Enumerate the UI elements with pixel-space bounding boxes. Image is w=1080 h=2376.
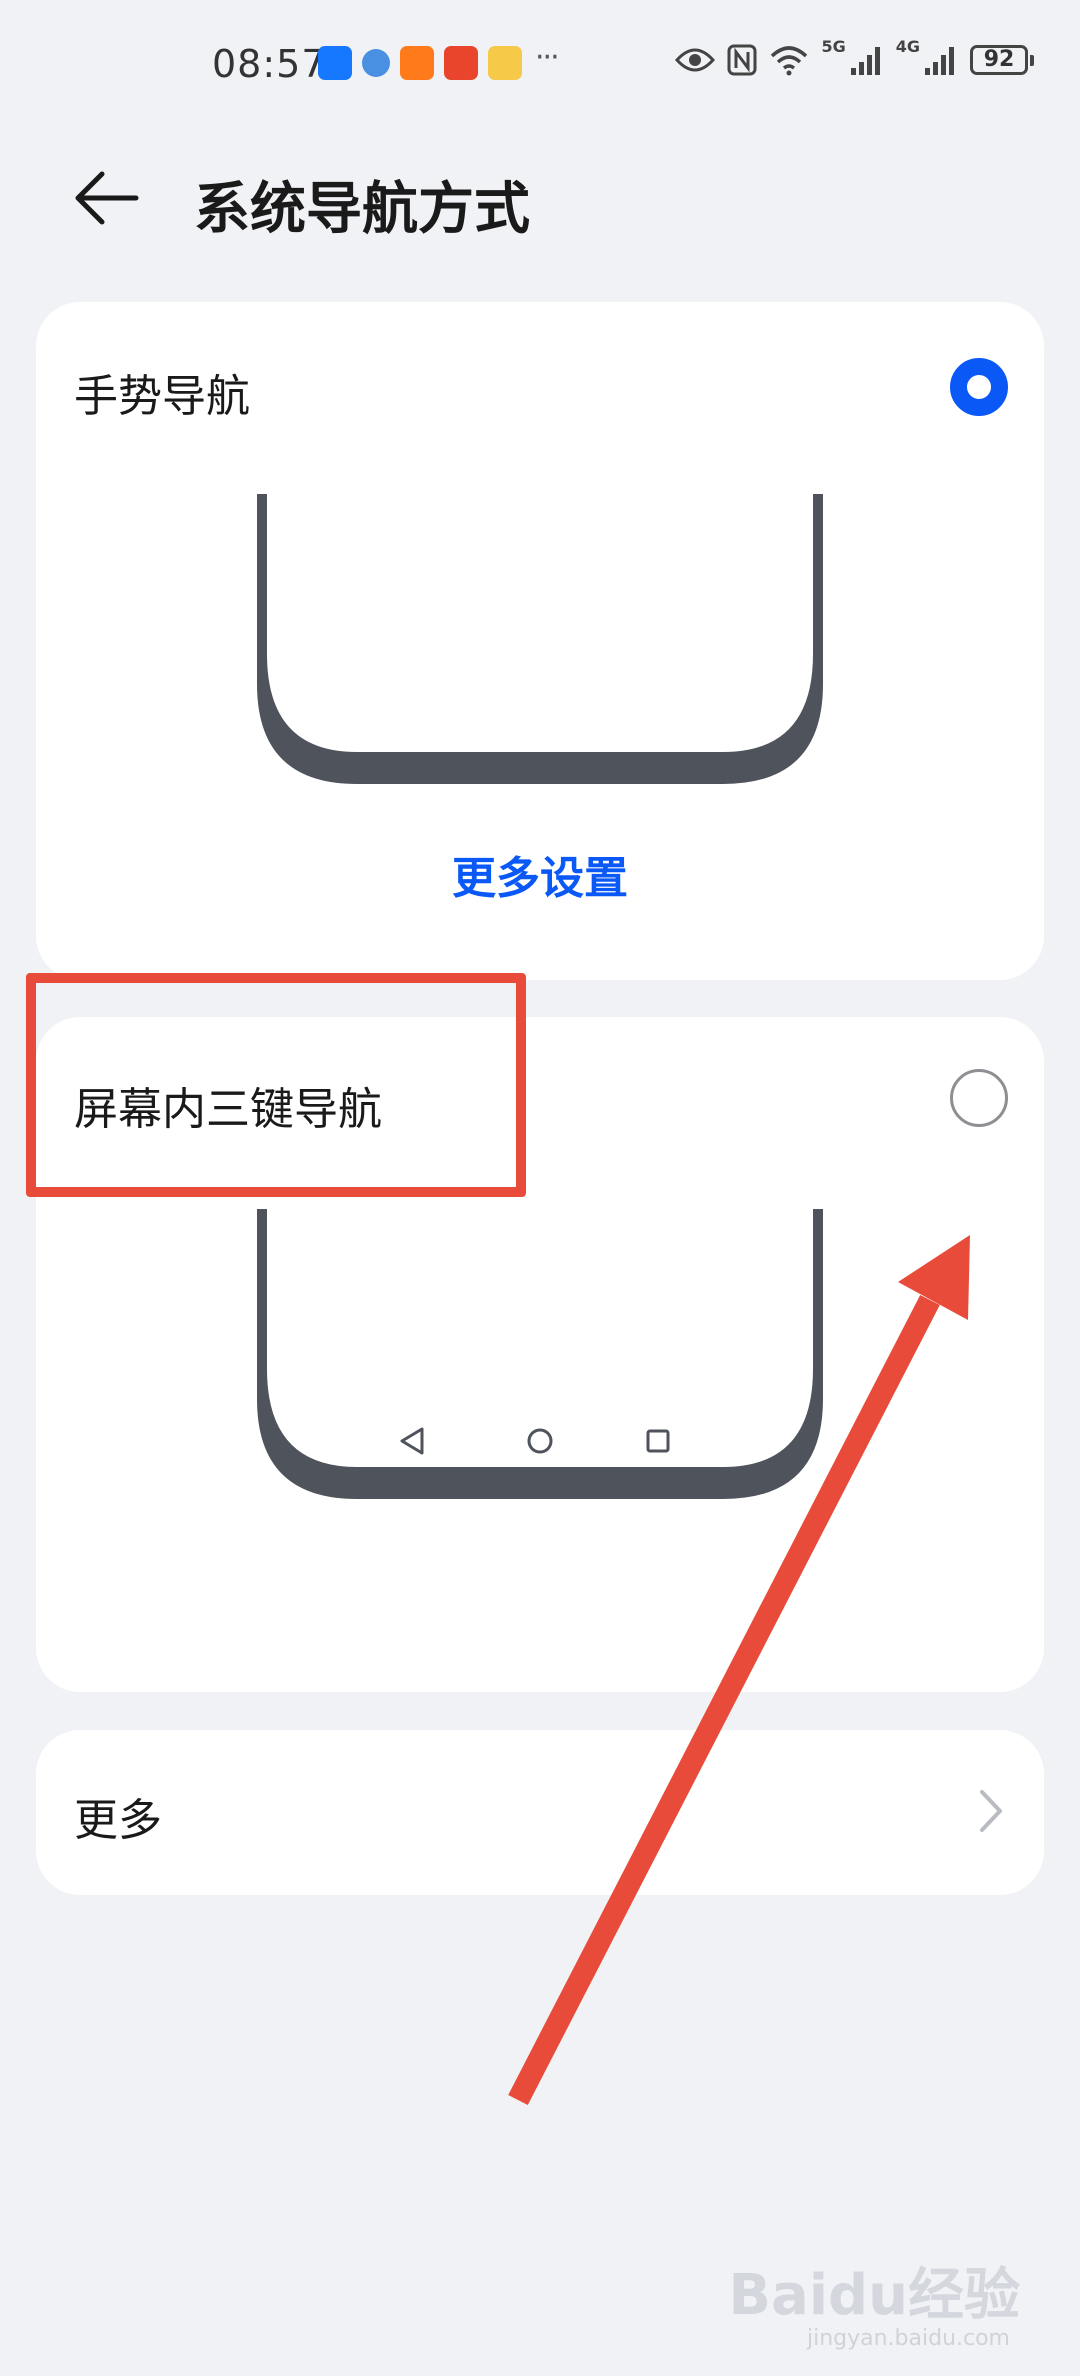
- eye-icon: [675, 48, 716, 72]
- watermark-logo: Baidu经验: [728, 2263, 1020, 2328]
- battery-icon: 92: [970, 45, 1034, 75]
- more-row[interactable]: 更多: [36, 1730, 1044, 1895]
- radio-selected[interactable]: [950, 358, 1008, 416]
- page-title: 系统导航方式: [194, 177, 530, 242]
- app-icon-light-blue: [362, 49, 390, 77]
- notification-icons: [318, 46, 522, 80]
- taobao-icon: [400, 46, 434, 80]
- three-key-phone-illustration: [257, 1209, 823, 1499]
- back-button[interactable]: [74, 168, 140, 228]
- signal-icon: [850, 47, 880, 75]
- weibo-icon: [488, 46, 522, 80]
- option-label: 手势导航: [74, 371, 250, 422]
- gesture-phone-illustration: [257, 494, 823, 784]
- wifi-icon: [771, 46, 808, 76]
- watermark-url: jingyan.baidu.com: [806, 2326, 1010, 2351]
- more-row-label: 更多: [74, 1795, 162, 1846]
- network-type-1: 5G: [821, 36, 846, 56]
- status-bar: 08:57 ··· 5G 4G 92: [0, 0, 1080, 130]
- app-icon-blue: [318, 46, 352, 80]
- radio-unselected[interactable]: [950, 1069, 1008, 1127]
- system-status-icons: 5G 4G 92: [675, 37, 1034, 76]
- more-notifications-icon: ···: [535, 40, 560, 75]
- option-gesture-navigation[interactable]: 手势导航 更多设置: [36, 302, 1044, 980]
- app-icon-red: [444, 46, 478, 80]
- more-settings-link[interactable]: 更多设置: [36, 842, 1044, 906]
- nfc-icon: [727, 44, 757, 76]
- signal-icon-2: [925, 47, 954, 75]
- chevron-right-icon: [980, 1790, 1002, 1832]
- network-type-2: 4G: [895, 36, 920, 56]
- status-time: 08:57: [212, 42, 327, 86]
- annotation-highlight-box: [26, 973, 526, 1197]
